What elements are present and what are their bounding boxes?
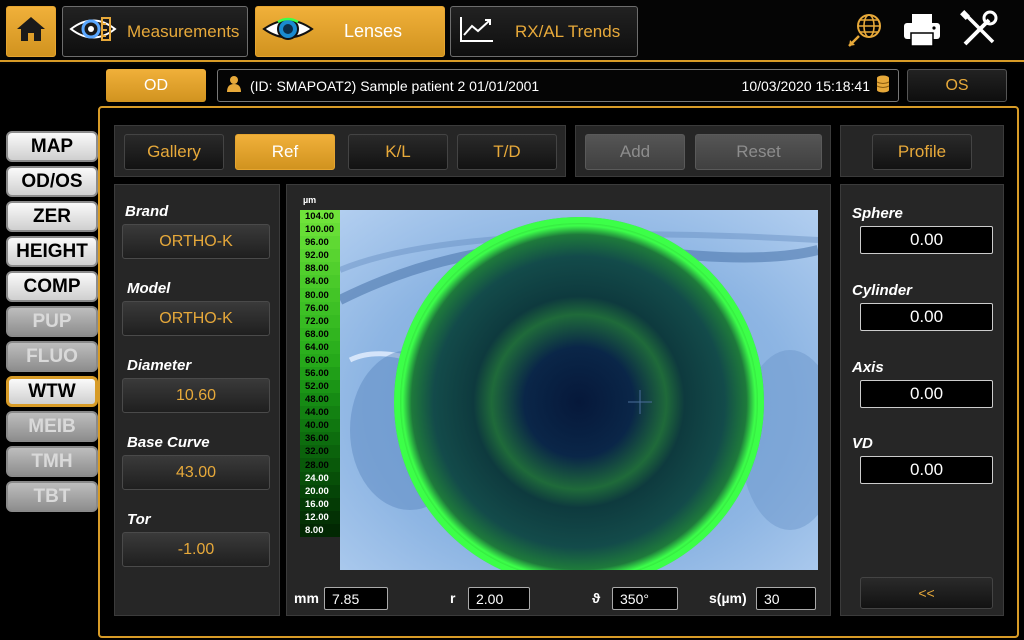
scale-tick: 80.00 (300, 288, 340, 302)
side-menu-tbt: TBT (6, 481, 98, 512)
brand-select[interactable]: ORTHO-K (122, 224, 270, 259)
trend-chart-icon (459, 15, 495, 48)
side-menu-height[interactable]: HEIGHT (6, 236, 98, 267)
patient-bar: (ID: SMAPOAT2) Sample patient 2 01/01/20… (217, 69, 899, 102)
scale-tick: 60.00 (300, 353, 340, 367)
scale-unit: µm (303, 195, 317, 205)
scale-tick: 16.00 (300, 497, 340, 511)
brand-label: Brand (125, 203, 169, 220)
tor-field[interactable]: -1.00 (122, 532, 270, 567)
side-menu-od-os[interactable]: OD/OS (6, 166, 98, 197)
side-menu-wtw[interactable]: WTW (6, 376, 98, 407)
tab-measurements[interactable]: Measurements (62, 6, 248, 57)
tor-label: Tor (127, 511, 151, 528)
scale-tick: 84.00 (300, 275, 340, 289)
printer-icon (902, 12, 942, 53)
r-label: r (450, 590, 456, 606)
network-globe-button[interactable] (844, 10, 886, 54)
user-icon (226, 75, 242, 96)
eye-measure-icon (69, 12, 117, 51)
home-icon (14, 14, 48, 49)
cylinder-field[interactable]: 0.00 (860, 303, 993, 331)
settings-tools-button[interactable] (957, 9, 1001, 55)
scale-tick: 72.00 (300, 314, 340, 328)
side-menu-meib: MEIB (6, 411, 98, 442)
sphere-label: Sphere (852, 205, 903, 222)
scale-tick: 92.00 (300, 249, 340, 263)
scale-tick: 88.00 (300, 262, 340, 276)
side-menu-map[interactable]: MAP (6, 131, 98, 162)
print-button[interactable] (900, 10, 944, 54)
theta-field[interactable]: 350° (612, 587, 678, 610)
ref-button[interactable]: Ref (235, 134, 335, 170)
scale-tick: 52.00 (300, 380, 340, 394)
side-menu-fluo: FLUO (6, 341, 98, 372)
kl-button[interactable]: K/L (348, 134, 448, 170)
scale-tick: 20.00 (300, 484, 340, 498)
cylinder-label: Cylinder (852, 282, 913, 299)
axis-label: Axis (852, 359, 884, 376)
header-divider (0, 60, 1024, 62)
mm-field[interactable]: 7.85 (324, 587, 388, 610)
eye-lens-icon (262, 12, 314, 51)
tab-lenses[interactable]: Lenses (255, 6, 445, 57)
td-button[interactable]: T/D (457, 134, 557, 170)
globe-icon (845, 10, 885, 55)
scale-tick: 104.00 (300, 210, 340, 224)
profile-button[interactable]: Profile (872, 134, 972, 170)
diameter-field[interactable]: 10.60 (122, 378, 270, 413)
scale-tick: 8.00 (300, 523, 340, 537)
od-button[interactable]: OD (106, 69, 206, 102)
side-menu-zer[interactable]: ZER (6, 201, 98, 232)
s-um-field[interactable]: 30 (756, 587, 816, 610)
exam-datetime: 10/03/2020 15:18:41 (741, 77, 870, 94)
r-field[interactable]: 2.00 (468, 587, 530, 610)
tab-rx-al-trends[interactable]: RX/AL Trends (450, 6, 638, 57)
tab-measurements-label: Measurements (127, 21, 240, 41)
scale-tick: 56.00 (300, 366, 340, 381)
side-menu-comp[interactable]: COMP (6, 271, 98, 302)
scale-tick: 28.00 (300, 458, 340, 472)
scale-tick: 40.00 (300, 419, 340, 433)
base-curve-field[interactable]: 43.00 (122, 455, 270, 490)
s-um-label: s(µm) (709, 590, 747, 606)
scale-tick: 96.00 (300, 236, 340, 250)
patient-info: (ID: SMAPOAT2) Sample patient 2 01/01/20… (250, 77, 540, 94)
scale-tick: 36.00 (300, 432, 340, 446)
sphere-field[interactable]: 0.00 (860, 226, 993, 254)
scale-tick: 32.00 (300, 445, 340, 459)
scale-tick: 76.00 (300, 301, 340, 315)
side-menu-tmh: TMH (6, 446, 98, 477)
scale-tick: 48.00 (300, 393, 340, 407)
collapse-back-button[interactable]: << (860, 577, 993, 609)
vd-field[interactable]: 0.00 (860, 456, 993, 484)
scale-tick: 44.00 (300, 406, 340, 420)
home-button[interactable] (6, 6, 56, 57)
tab-rx-al-trends-label: RX/AL Trends (515, 21, 621, 41)
tab-lenses-label: Lenses (344, 21, 403, 41)
mm-label: mm (294, 590, 319, 606)
axis-field[interactable]: 0.00 (860, 380, 993, 408)
scale-tick: 12.00 (300, 510, 340, 524)
scale-tick: 24.00 (300, 471, 340, 485)
scale-tick: 100.00 (300, 223, 340, 237)
database-icon (876, 75, 890, 96)
reset-button: Reset (695, 134, 822, 170)
color-scale: 104.00 100.00 96.00 92.00 88.00 84.00 80.00 76.… (300, 210, 340, 570)
top-bar: Measurements Lenses RX/AL Trends (0, 0, 1024, 64)
eye-image (340, 210, 818, 570)
scale-tick: 64.00 (300, 340, 340, 354)
scale-tick: 68.00 (300, 327, 340, 341)
os-button[interactable]: OS (907, 69, 1007, 102)
diameter-label: Diameter (127, 357, 192, 374)
tools-icon (959, 9, 999, 55)
model-select[interactable]: ORTHO-K (122, 301, 270, 336)
theta-label: ϑ (592, 590, 601, 606)
model-label: Model (127, 280, 171, 297)
base-curve-label: Base Curve (127, 434, 210, 451)
vd-label: VD (852, 435, 873, 452)
side-menu-pup: PUP (6, 306, 98, 337)
add-button: Add (585, 134, 685, 170)
gallery-button[interactable]: Gallery (124, 134, 224, 170)
